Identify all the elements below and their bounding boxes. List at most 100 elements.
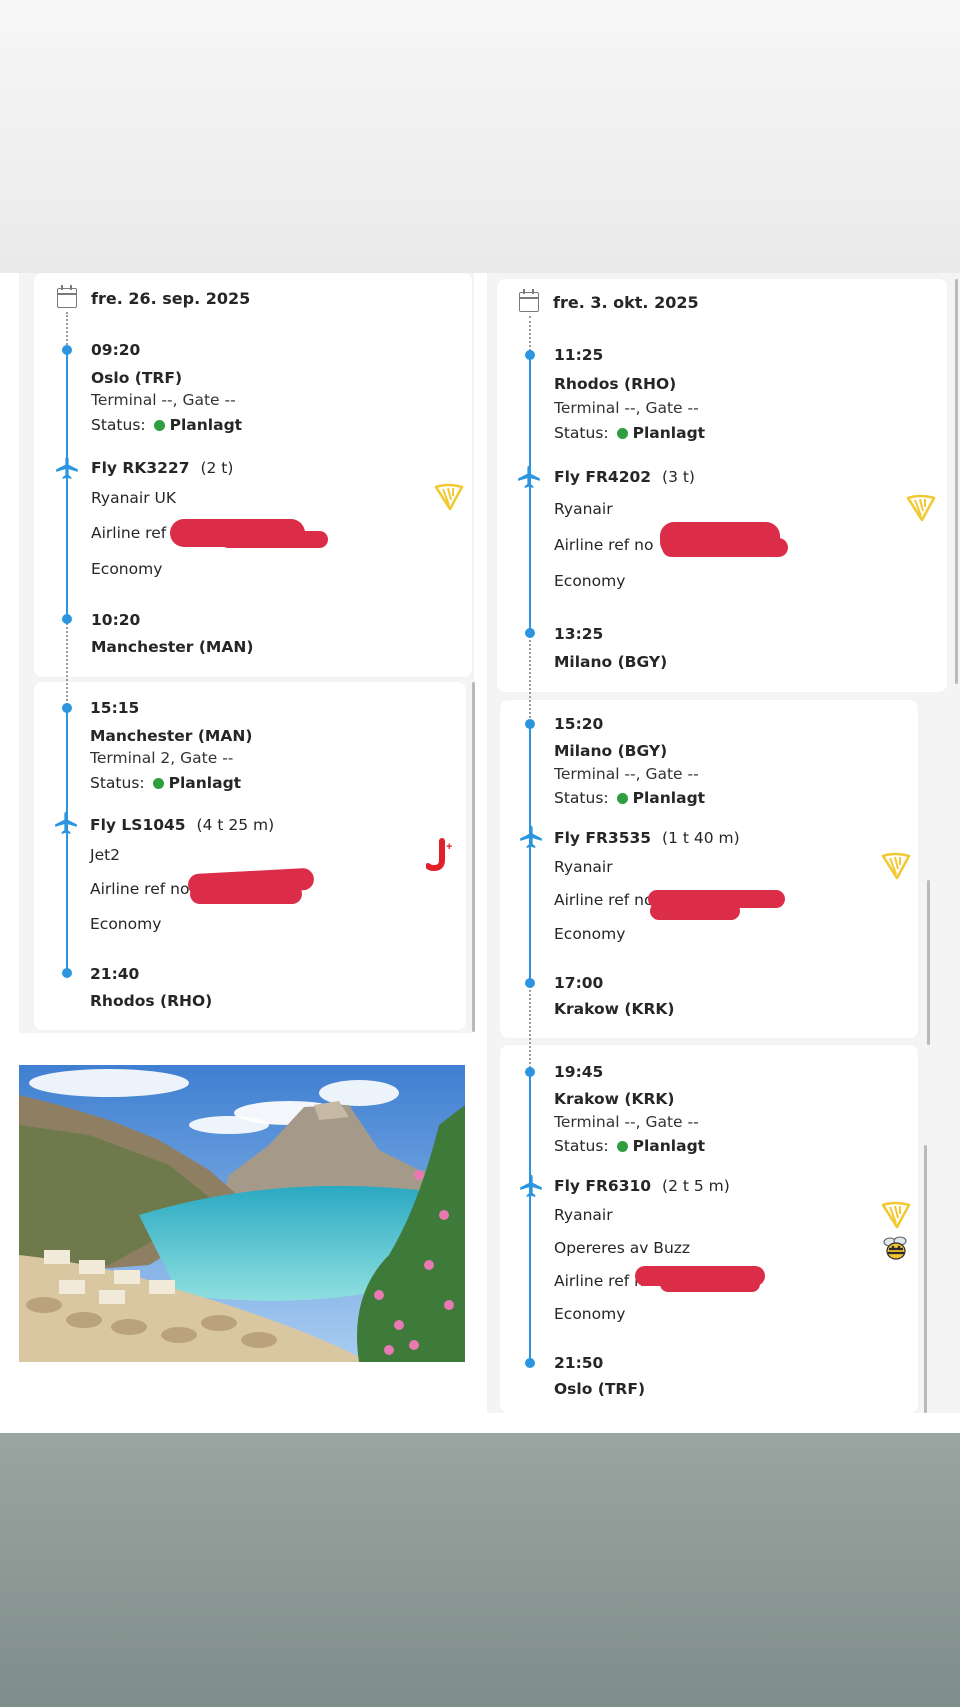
departure-dot <box>62 345 72 355</box>
flight-number: Fly RK3227 <box>91 459 190 477</box>
arrival-airport: Rhodos (RHO) <box>90 992 213 1010</box>
airline-name: Ryanair <box>554 1206 613 1224</box>
redaction-mark <box>662 538 788 557</box>
status-row: Status: Planlagt <box>91 415 242 435</box>
departure-airport: Manchester (MAN) <box>90 727 253 745</box>
terminal-gate: Terminal --, Gate -- <box>554 1113 699 1131</box>
arrival-dot <box>525 978 535 988</box>
redaction-mark <box>650 902 740 920</box>
flight-duration: (2 t) <box>200 459 234 477</box>
status-value: Planlagt <box>632 789 706 807</box>
status-label: Status: <box>554 1137 609 1155</box>
airline-ref: Airline ref no <box>90 880 190 898</box>
flight-row: Fly RK3227 (2 t) <box>91 458 233 478</box>
timeline-line <box>529 355 531 633</box>
arrival-dot <box>525 1358 535 1368</box>
status-label: Status: <box>554 424 609 442</box>
outbound-scrollbar[interactable] <box>472 682 475 1032</box>
timeline-line <box>66 349 68 619</box>
status-label: Status: <box>90 774 145 792</box>
svg-text:+: + <box>446 841 452 853</box>
airline-ref: Airline ref no <box>554 891 654 909</box>
return-scrollbar[interactable] <box>924 1145 927 1413</box>
calendar-icon <box>57 285 77 308</box>
departure-dot <box>525 350 535 360</box>
status-dot <box>152 777 164 789</box>
departure-time: 15:15 <box>90 699 140 717</box>
ryanair-harp-icon <box>434 483 464 511</box>
terminal-gate: Terminal --, Gate -- <box>554 765 699 783</box>
flight-number: Fly FR4202 <box>554 468 652 486</box>
departure-dot <box>62 703 72 713</box>
ryanair-harp-icon <box>881 1201 911 1229</box>
airline-ref: Airline ref no <box>554 536 654 554</box>
flight-number: Fly LS1045 <box>90 816 186 834</box>
status-row: Status: Planlagt <box>554 423 705 443</box>
departure-time: 19:45 <box>554 1063 604 1081</box>
status-value: Planlagt <box>169 416 243 434</box>
departure-dot <box>525 1067 535 1077</box>
airline-name: Ryanair <box>554 500 613 518</box>
ryanair-harp-icon <box>906 494 936 522</box>
flight-duration: (1 t 40 m) <box>662 829 740 847</box>
plane-icon <box>520 825 542 849</box>
redaction-mark <box>220 531 328 548</box>
status-dot <box>153 419 165 431</box>
redaction-mark <box>190 884 302 904</box>
airline-name: Jet2 <box>90 846 121 864</box>
airline-name: Ryanair UK <box>91 489 177 507</box>
status-row: Status: Planlagt <box>90 773 241 793</box>
flight-number: Fly FR3535 <box>554 829 652 847</box>
bottom-gradient-area <box>0 1433 960 1707</box>
return-scrollbar[interactable] <box>927 880 930 1045</box>
status-row: Status: Planlagt <box>554 788 705 808</box>
status-dot <box>616 792 628 804</box>
departure-airport: Krakow (KRK) <box>554 1090 675 1108</box>
flight-number: Fly FR6310 <box>554 1177 652 1195</box>
status-dot <box>616 427 628 439</box>
departure-airport: Oslo (TRF) <box>91 369 183 387</box>
departure-airport: Milano (BGY) <box>554 742 668 760</box>
flight-row: Fly FR6310 (2 t 5 m) <box>554 1176 730 1196</box>
buzz-bee-icon <box>883 1236 907 1260</box>
jet2-icon: + <box>426 838 452 872</box>
flight-row: Fly FR4202 (3 t) <box>554 467 695 487</box>
status-value: Planlagt <box>632 1137 706 1155</box>
return-date-row: fre. 3. okt. 2025 <box>519 289 699 312</box>
outbound-date-row: fre. 26. sep. 2025 <box>57 285 251 308</box>
flight-duration: (2 t 5 m) <box>662 1177 730 1195</box>
top-blank-area <box>0 0 960 273</box>
outbound-date: fre. 26. sep. 2025 <box>91 288 251 308</box>
departure-time: 15:20 <box>554 715 604 733</box>
flight-row: Fly FR3535 (1 t 40 m) <box>554 828 740 848</box>
terminal-gate: Terminal 2, Gate -- <box>90 749 234 767</box>
timeline-dotted <box>529 633 531 725</box>
arrival-time: 21:40 <box>90 965 140 983</box>
cabin-class: Economy <box>554 1305 626 1323</box>
airline-name: Ryanair <box>554 858 613 876</box>
arrival-airport: Manchester (MAN) <box>91 638 254 656</box>
operated-by: Opereres av Buzz <box>554 1239 691 1257</box>
timeline-line <box>66 709 68 973</box>
return-scrollbar[interactable] <box>955 279 958 684</box>
status-label: Status: <box>554 789 609 807</box>
status-value: Planlagt <box>632 424 706 442</box>
ryanair-harp-icon <box>881 852 911 880</box>
status-dot <box>616 1140 628 1152</box>
arrival-time: 21:50 <box>554 1354 604 1372</box>
cabin-class: Economy <box>91 560 163 578</box>
terminal-gate: Terminal --, Gate -- <box>91 391 236 409</box>
status-row: Status: Planlagt <box>554 1136 705 1156</box>
flight-row: Fly LS1045 (4 t 25 m) <box>90 815 274 835</box>
calendar-icon <box>519 289 539 312</box>
terminal-gate: Terminal --, Gate -- <box>554 399 699 417</box>
status-label: Status: <box>91 416 146 434</box>
flight-duration: (4 t 25 m) <box>196 816 275 834</box>
departure-airport: Rhodos (RHO) <box>554 375 677 393</box>
cabin-class: Economy <box>90 915 162 933</box>
timeline-dotted <box>66 312 68 349</box>
arrival-time: 10:20 <box>91 611 141 629</box>
plane-icon <box>518 465 540 489</box>
arrival-dot <box>62 968 72 978</box>
rhodes-bay-photo <box>19 1065 465 1362</box>
